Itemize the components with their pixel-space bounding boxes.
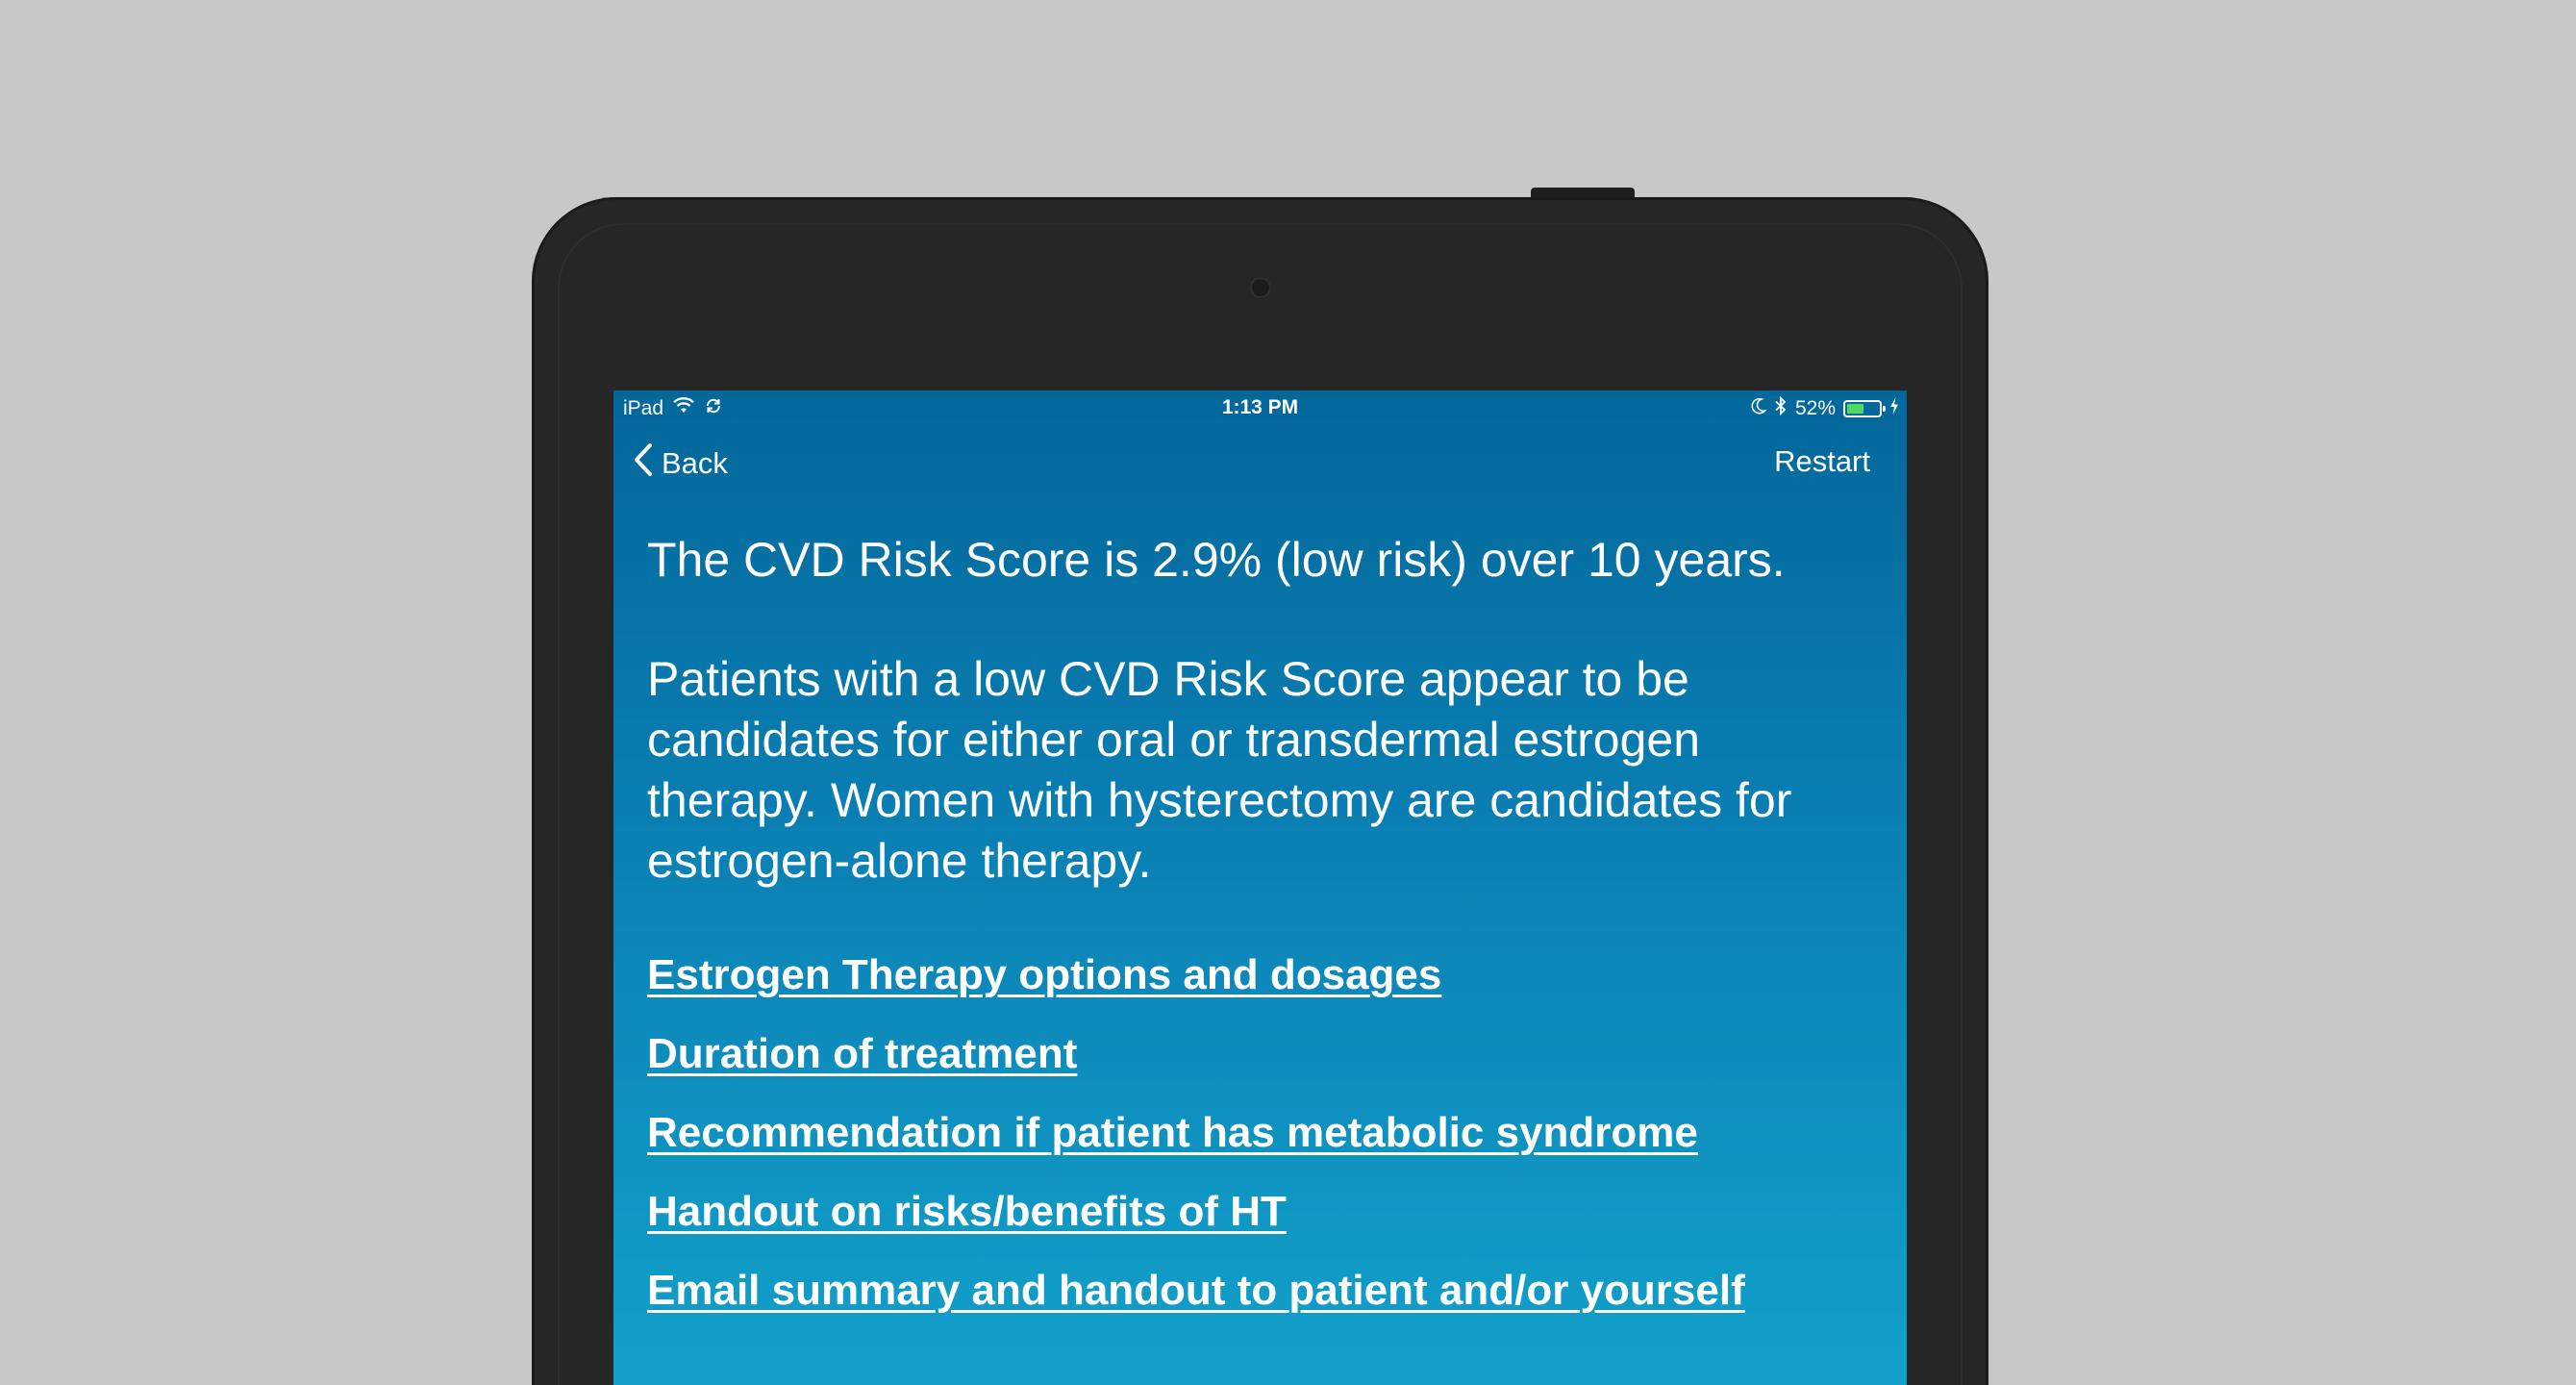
restart-button[interactable]: Restart [1774, 444, 1870, 479]
battery-icon [1843, 400, 1886, 417]
battery-tip [1883, 406, 1886, 412]
links-list: Estrogen Therapy options and dosages Dur… [647, 949, 1873, 1317]
result-content: The CVD Risk Score is 2.9% (low risk) ov… [647, 531, 1873, 1344]
back-label: Back [662, 446, 728, 480]
battery-percent: 52% [1794, 397, 1836, 419]
link-email-summary[interactable]: Email summary and handout to patient and… [647, 1265, 1873, 1317]
link-estrogen-therapy-options[interactable]: Estrogen Therapy options and dosages [647, 949, 1873, 1001]
page-background: iPad 1:13 PM 52% Back Restart The CVD Ri… [0, 0, 2576, 1385]
battery-level [1847, 404, 1863, 414]
chevron-left-icon [633, 442, 654, 485]
moon-icon [1751, 397, 1767, 420]
bluetooth-icon [1774, 395, 1788, 421]
camera-icon [1250, 277, 1271, 298]
risk-score-headline: The CVD Risk Score is 2.9% (low risk) ov… [647, 533, 1786, 587]
back-button[interactable]: Back [633, 442, 728, 485]
link-risks-benefits-handout[interactable]: Handout on risks/benefits of HT [647, 1186, 1873, 1238]
app-screen: iPad 1:13 PM 52% Back Restart The CVD Ri… [613, 390, 1907, 1385]
status-time: 1:13 PM [1221, 396, 1299, 418]
status-right: 52% [1751, 395, 1899, 421]
link-metabolic-syndrome-recommendation[interactable]: Recommendation if patient has metabolic … [647, 1107, 1873, 1159]
link-duration-of-treatment[interactable]: Duration of treatment [647, 1028, 1873, 1080]
status-bar: iPad 1:13 PM 52% [613, 390, 1907, 425]
charging-icon [1889, 396, 1899, 421]
recommendation-paragraph: Patients with a low CVD Risk Score appea… [647, 652, 1792, 888]
